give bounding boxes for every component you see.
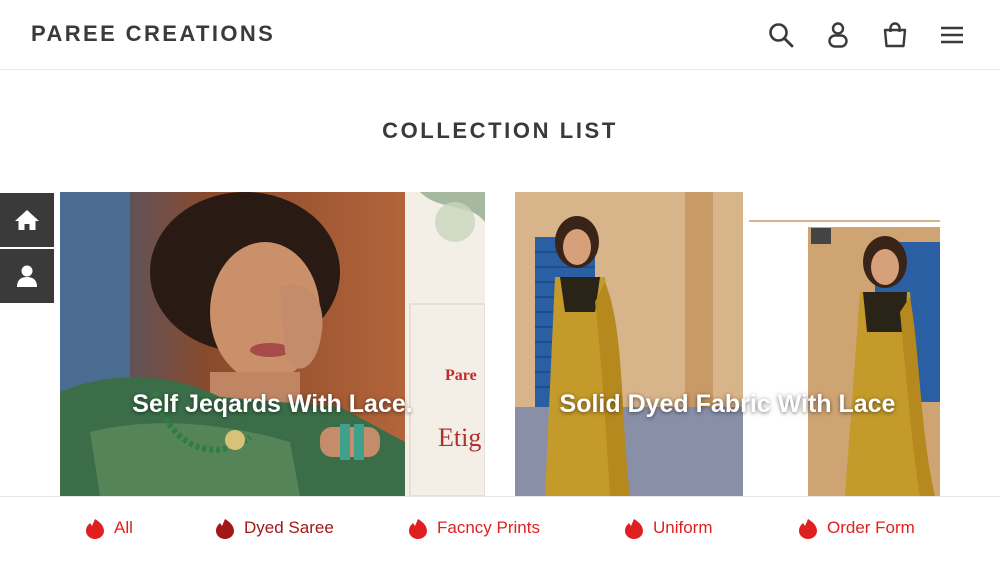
drop-icon	[86, 519, 104, 539]
bottom-nav-dyed-saree[interactable]: Dyed Saree	[215, 517, 334, 539]
home-icon	[15, 210, 39, 230]
brand-logo[interactable]: PAREE CREATIONS	[31, 21, 275, 47]
bottom-nav: All Dyed Saree Facncy Prints Uniform Ord…	[0, 496, 1000, 563]
collection-image	[515, 192, 940, 496]
drop-icon	[799, 519, 817, 539]
svg-text:Pare: Pare	[445, 367, 477, 384]
drop-icon	[625, 519, 643, 539]
drop-icon	[216, 519, 234, 539]
site-header: PAREE CREATIONS	[0, 0, 1000, 70]
home-button[interactable]	[0, 193, 54, 247]
bottom-nav-uniform[interactable]: Uniform	[624, 517, 713, 539]
bottom-nav-label: Dyed Saree	[244, 518, 334, 537]
collection-card-self-jeqards[interactable]: Pare Etig Self Jeqards With Lace.	[60, 192, 485, 496]
bottom-nav-facncy-prints[interactable]: Facncy Prints	[408, 517, 540, 539]
bottom-nav-label: All	[114, 518, 133, 537]
menu-icon[interactable]	[937, 20, 967, 50]
drop-icon	[409, 519, 427, 539]
account-icon[interactable]	[823, 20, 853, 50]
collection-title: Self Jeqards With Lace.	[132, 390, 413, 418]
bottom-nav-label: Order Form	[827, 518, 915, 537]
page-title: COLLECTION LIST	[382, 118, 618, 143]
svg-text:Etig: Etig	[438, 423, 481, 452]
collection-title: Solid Dyed Fabric With Lace	[559, 390, 896, 418]
collection-card-solid-dyed[interactable]: Solid Dyed Fabric With Lace	[515, 192, 940, 496]
collection-image: Pare Etig	[60, 192, 485, 496]
bottom-nav-order-form[interactable]: Order Form	[798, 517, 915, 539]
bottom-nav-label: Uniform	[653, 518, 713, 537]
bottom-nav-all[interactable]: All	[85, 517, 133, 539]
cart-icon[interactable]	[880, 20, 910, 50]
bottom-nav-label: Facncy Prints	[437, 518, 540, 537]
user-icon	[17, 265, 37, 287]
user-button[interactable]	[0, 249, 54, 303]
search-icon[interactable]	[766, 20, 796, 50]
